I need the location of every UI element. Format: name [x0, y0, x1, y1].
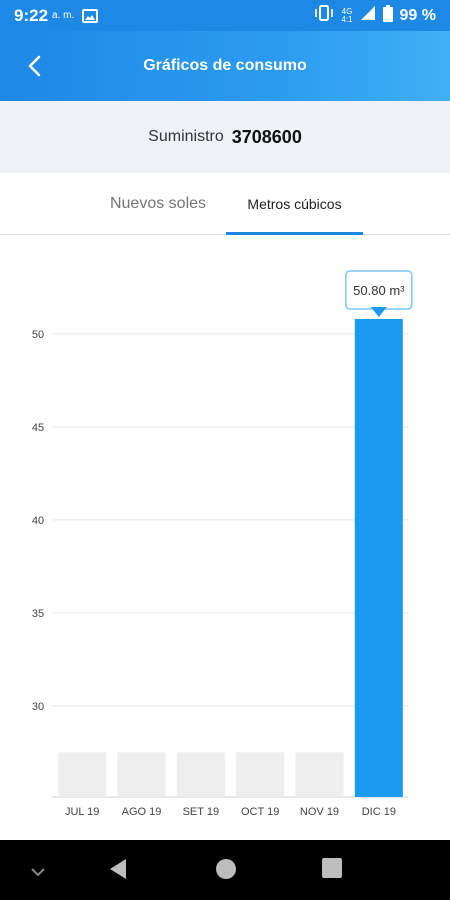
network-indicator: 4G 4:1	[341, 7, 353, 24]
nav-back-button[interactable]	[109, 858, 127, 885]
status-ampm: a. m.	[52, 10, 75, 21]
page-title: Gráficos de consumo	[143, 57, 307, 74]
status-time: 9:22	[14, 5, 49, 25]
nav-home-button[interactable]	[215, 858, 237, 885]
x-tick-label: NOV 19	[300, 806, 339, 818]
supply-label: Suministro	[148, 128, 224, 145]
battery-level: 99 %	[399, 6, 436, 24]
x-tick-label: JUL 19	[65, 806, 99, 818]
nav-recents-button[interactable]	[322, 858, 342, 883]
unit-tabs: Nuevos soles Metros cúbicos	[0, 173, 450, 235]
chevron-left-icon	[28, 55, 41, 77]
app-bar: Gráficos de consumo	[0, 31, 450, 101]
tooltip-pointer	[370, 306, 387, 317]
gallery-icon	[82, 8, 99, 23]
bar	[354, 318, 403, 797]
home-circle-icon	[216, 859, 236, 879]
x-tick-label: OCT 19	[241, 806, 279, 818]
y-tick-label: 40	[32, 515, 44, 527]
bar	[295, 752, 344, 797]
tab-metros-cubicos[interactable]: Metros cúbicos	[226, 173, 363, 235]
x-tick-label: SET 19	[183, 806, 220, 818]
consumption-chart: 30 35 40 45 50 JUL 19 AGO 19 SET 19 OCT 19 NOV 19…	[0, 236, 450, 840]
y-tick-label: 45	[32, 422, 44, 434]
x-tick-label: DIC 19	[362, 806, 396, 818]
tab-nuevos-soles[interactable]: Nuevos soles	[96, 173, 220, 234]
y-tick-label: 50	[32, 329, 44, 341]
network-sub: 4:1	[341, 14, 353, 24]
chevron-down-icon	[31, 868, 45, 877]
bar	[58, 752, 107, 797]
back-triangle-icon	[110, 859, 126, 879]
bar	[176, 752, 225, 797]
back-button[interactable]	[20, 51, 50, 81]
y-tick-label: 35	[32, 608, 44, 620]
nav-collapse-button[interactable]	[30, 864, 46, 882]
y-tick-label: 30	[32, 701, 44, 713]
supply-number: 3708600	[231, 126, 302, 147]
recents-square-icon	[322, 858, 342, 878]
bar	[236, 752, 285, 797]
vibrate-icon	[314, 5, 334, 26]
bar-chart: 30 35 40 45 50 JUL 19 AGO 19 SET 19 OCT 19 NOV 19…	[32, 270, 413, 818]
status-bar: 9:22 a. m. 4G 4:1 99 %	[0, 0, 450, 31]
signal-icon	[360, 5, 376, 26]
x-tick-label: AGO 19	[122, 806, 162, 818]
bar	[117, 752, 166, 797]
tooltip-label: 50.80 m³	[353, 283, 405, 298]
battery-icon	[382, 4, 393, 27]
supply-banner: Suministro 3708600	[0, 101, 450, 173]
system-nav-bar	[0, 840, 450, 900]
